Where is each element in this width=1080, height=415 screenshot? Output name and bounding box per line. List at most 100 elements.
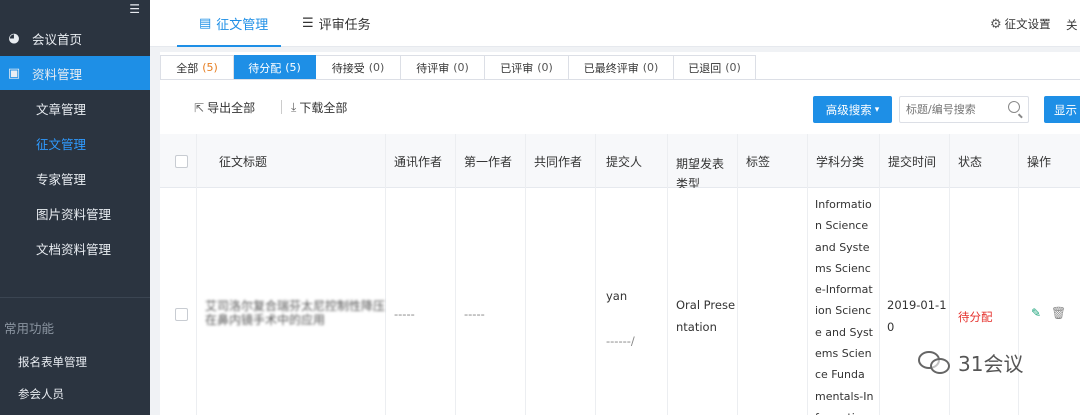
status-badge: 待分配 <box>958 310 993 324</box>
status-tabs: 全部 (5) 待分配 (5) 待接受 (0) 待评审 (0) 已评审 (0) 已最终评审(… <box>160 55 756 80</box>
cell-submit-time: 2019-01-1 0 <box>880 188 950 415</box>
sidebar: ☰ ◕ 会议首页 ▣ 资料管理 文章管理 征文管理 专家管理 图片资料管理 文档… <box>0 0 150 415</box>
column-header-co-author[interactable]: 共同作者 <box>526 134 596 188</box>
gear-icon: ⚙ <box>990 16 1002 32</box>
sidebar-item-label: 资料管理 <box>32 66 83 82</box>
select-all-checkbox[interactable] <box>175 154 188 168</box>
status-tab-label: 全部 <box>176 61 199 75</box>
header-select-all <box>160 134 197 188</box>
cell-actions: ✎ 🗑 <box>1019 188 1080 415</box>
status-tab-pending-accept[interactable]: 待接受 (0) <box>316 55 401 80</box>
sidebar-subitem-experts[interactable]: 专家管理 <box>0 161 150 195</box>
status-tab-label: 待分配 <box>248 61 282 75</box>
column-header-submit-time[interactable]: 提交时间 <box>880 134 950 188</box>
column-header-pub-type-line1: 期望发表 <box>676 157 725 171</box>
column-header-status[interactable]: 状态 <box>950 134 1019 188</box>
table-row[interactable]: 艾司洛尔复合瑞芬太尼控制性降压 在鼻内镜手术中的应用 ----- ----- y… <box>160 188 1080 415</box>
pub-type-line2: ntation <box>676 320 717 334</box>
column-header-corresponding-author[interactable]: 通讯作者 <box>386 134 456 188</box>
form-icon: ▤ <box>199 16 212 31</box>
bubble-front <box>930 357 950 374</box>
sidebar-item-forms[interactable]: 报名表单管理 <box>18 354 87 370</box>
cell-corresponding-author: ----- <box>386 188 456 415</box>
export-icon: ⇱ <box>194 100 205 115</box>
column-header-submitter[interactable]: 提交人 <box>596 134 668 188</box>
show-button[interactable]: 显示 <box>1044 96 1080 123</box>
column-header-tag[interactable]: 标签 <box>738 134 808 188</box>
cell-title[interactable]: 艾司洛尔复合瑞芬太尼控制性降压 在鼻内镜手术中的应用 <box>197 188 386 415</box>
cell-co-author <box>526 188 596 415</box>
active-tab-underline <box>177 45 281 47</box>
status-tab-label: 待评审 <box>416 61 450 75</box>
edit-icon[interactable]: ✎ <box>1031 306 1041 320</box>
sidebar-item-home[interactable]: ◕ 会议首页 <box>0 21 150 55</box>
corresponding-author-value: ----- <box>394 307 415 321</box>
column-header-subject[interactable]: 学科分类 <box>808 134 880 188</box>
settings-label: 征文设置 <box>1004 17 1051 31</box>
status-tab-count: (0) <box>642 61 659 74</box>
tabs-divider <box>160 79 1080 80</box>
status-tab-pending-review[interactable]: 待评审 (0) <box>401 55 485 80</box>
advanced-search-button[interactable]: 高级搜索 ▾ <box>813 96 892 123</box>
search-input[interactable] <box>900 97 1000 122</box>
export-all-label: 导出全部 <box>207 101 256 115</box>
trash-icon[interactable]: 🗑 <box>1051 306 1066 320</box>
sidebar-subitem-label: 文章管理 <box>36 101 87 117</box>
status-tab-count: (0) <box>368 61 385 74</box>
status-tab-all[interactable]: 全部 (5) <box>160 55 234 80</box>
submitter-name: yan <box>606 289 628 303</box>
search-icon[interactable] <box>1008 101 1020 113</box>
download-icon: ⤓ <box>291 100 297 114</box>
status-tab-returned[interactable]: 已退回 (0) <box>674 55 756 80</box>
cell-pub-type: Oral Prese ntation <box>668 188 738 415</box>
sidebar-item-materials[interactable]: ▣ 资料管理 <box>0 56 150 90</box>
app-root: ☰ ◕ 会议首页 ▣ 资料管理 文章管理 征文管理 专家管理 图片资料管理 文档… <box>0 0 1080 415</box>
sidebar-subitem-documents[interactable]: 文档资料管理 <box>0 231 150 265</box>
paper-settings-button[interactable]: ⚙ 征文设置 <box>990 16 1051 32</box>
status-tab-count: (0) <box>453 61 469 74</box>
sidebar-subitem-articles[interactable]: 文章管理 <box>0 91 150 125</box>
status-tab-label: 待接受 <box>331 61 365 75</box>
column-header-first-author[interactable]: 第一作者 <box>456 134 526 188</box>
tab-paper-management[interactable]: ▤ 征文管理 <box>177 0 281 47</box>
cell-first-author: ----- <box>456 188 526 415</box>
submit-date-line1: 2019-01-1 <box>887 298 947 312</box>
status-tab-final-reviewed[interactable]: 已最终评审 (0) <box>569 55 674 80</box>
status-tab-count: (0) <box>537 61 553 74</box>
sidebar-section-title: 常用功能 <box>4 321 55 336</box>
download-all-button[interactable]: ⤓ 下载全部 <box>291 99 347 116</box>
picture-folder-icon: ▣ <box>7 65 21 81</box>
sidebar-subitem-label: 专家管理 <box>36 171 87 187</box>
status-tab-label: 已退回 <box>688 61 722 75</box>
status-tab-count: (5) <box>285 61 301 74</box>
export-all-button[interactable]: ⇱ 导出全部 <box>194 99 255 116</box>
title-line1: 艾司洛尔复合瑞芬太尼控制性降压 <box>205 299 386 313</box>
download-all-label: 下载全部 <box>299 101 348 115</box>
tab-label: 征文管理 <box>216 18 269 33</box>
title-line2: 在鼻内镜手术中的应用 <box>205 313 326 327</box>
column-header-pub-type[interactable]: 期望发表 类型 <box>668 134 738 191</box>
sidebar-subitem-papers[interactable]: 征文管理 <box>0 126 150 160</box>
tab-review-tasks[interactable]: ☰ 评审任务 <box>302 0 371 47</box>
status-tab-reviewed[interactable]: 已评审 (0) <box>485 55 569 80</box>
dashboard-icon: ◕ <box>8 30 20 46</box>
list-icon: ☰ <box>302 16 314 31</box>
submitter-detail: ------/ <box>606 334 635 348</box>
collapse-menu-icon[interactable]: ☰ <box>129 2 140 16</box>
sidebar-subitem-images[interactable]: 图片资料管理 <box>0 196 150 230</box>
close-button[interactable]: 关 <box>1066 17 1078 33</box>
sidebar-subitem-label: 图片资料管理 <box>36 206 112 222</box>
row-checkbox[interactable] <box>175 308 188 321</box>
status-tab-pending-assign[interactable]: 待分配 (5) <box>234 55 316 80</box>
row-select-cell <box>160 188 197 415</box>
toolbar-separator <box>281 100 282 114</box>
submit-date-line2: 0 <box>887 320 895 334</box>
cell-tag <box>738 188 808 415</box>
cell-submitter: yan ------/ <box>596 188 668 415</box>
pub-type-line1: Oral Prese <box>676 298 736 312</box>
advanced-search-label: 高级搜索 <box>825 102 872 117</box>
column-header-title[interactable]: 征文标题 <box>197 134 386 188</box>
sidebar-item-attendees[interactable]: 参会人员 <box>18 386 64 402</box>
subject-value: Information Science and Systems Science-… <box>815 198 874 415</box>
sidebar-subitem-label: 征文管理 <box>36 136 87 152</box>
